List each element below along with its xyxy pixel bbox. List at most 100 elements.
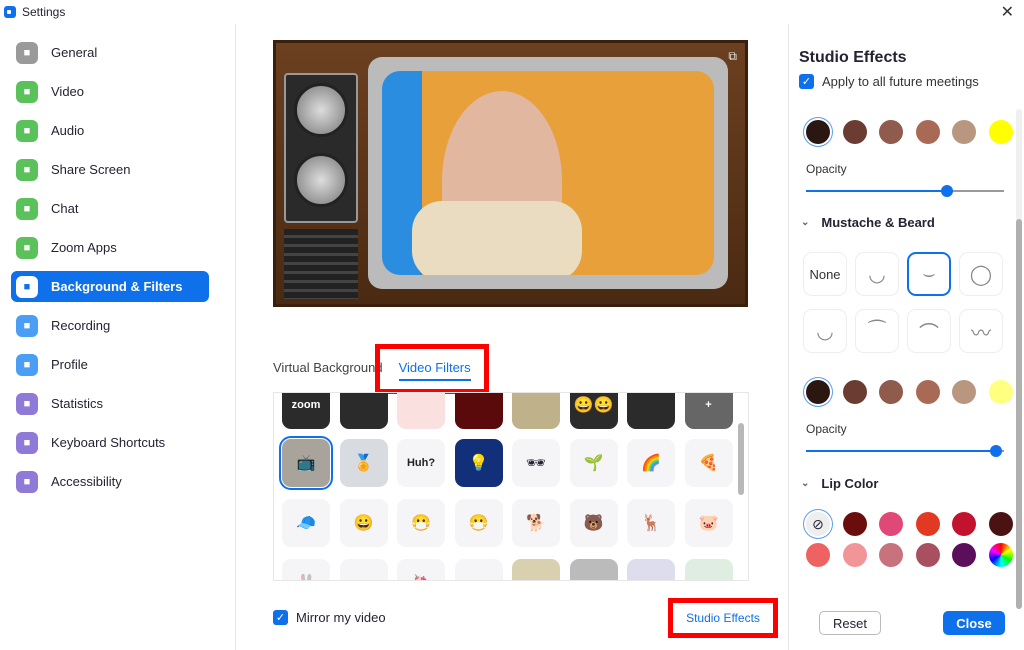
- filter-tile[interactable]: [339, 393, 388, 429]
- mirror-checkbox[interactable]: ✓: [273, 610, 288, 625]
- beard-color-swatch[interactable]: [806, 380, 830, 404]
- eyebrow-opacity-slider[interactable]: [806, 185, 1004, 197]
- beard-none-option[interactable]: None: [803, 252, 847, 296]
- eyebrow-color-swatch[interactable]: [915, 120, 940, 144]
- sidebar-item-background-filters[interactable]: ■ Background & Filters: [11, 271, 209, 302]
- lip-color-swatch[interactable]: [988, 512, 1013, 536]
- beard-style-option[interactable]: ◡: [803, 309, 847, 353]
- filter-tile[interactable]: 😷: [454, 499, 503, 547]
- lip-color-swatch[interactable]: [842, 512, 867, 536]
- filter-tile[interactable]: zoom: [282, 393, 330, 429]
- sidebar-item-share-screen[interactable]: ■ Share Screen: [11, 154, 209, 185]
- sidebar-item-statistics[interactable]: ■ Statistics: [11, 388, 209, 419]
- lip-color-swatch[interactable]: [842, 543, 867, 567]
- filter-tile[interactable]: [454, 559, 503, 580]
- mirror-video-option[interactable]: ✓ Mirror my video: [273, 610, 386, 625]
- gear-icon: ■: [16, 41, 38, 64]
- lip-color-swatch[interactable]: [879, 543, 903, 567]
- eyebrow-color-swatch[interactable]: [988, 120, 1013, 144]
- beard-style-option[interactable]: ⌒: [907, 309, 951, 353]
- filter-tile[interactable]: 🏅: [339, 439, 388, 487]
- filter-tile[interactable]: 🧢: [282, 499, 330, 547]
- sidebar-item-zoom-apps[interactable]: ■ Zoom Apps: [11, 232, 209, 263]
- filter-tile[interactable]: 🦄: [397, 559, 445, 580]
- beard-color-swatch[interactable]: [842, 380, 867, 404]
- scarf: [412, 201, 582, 275]
- filter-tile[interactable]: 😀😀: [569, 393, 618, 429]
- close-window-icon[interactable]: ✕: [1001, 2, 1014, 22]
- sidebar-item-profile[interactable]: ■ Profile: [11, 349, 209, 380]
- beard-color-swatch[interactable]: [915, 380, 940, 404]
- filter-tile[interactable]: 📺: [279, 436, 333, 490]
- filter-tile[interactable]: 🦌: [627, 499, 675, 547]
- filter-tile[interactable]: 🐰: [282, 559, 330, 580]
- eyebrow-color-swatch[interactable]: [806, 120, 830, 144]
- filter-tile[interactable]: [627, 393, 675, 429]
- no-lip-color-icon[interactable]: ⊘: [806, 512, 830, 536]
- studio-effects-button[interactable]: Studio Effects: [668, 598, 778, 638]
- beard-style-option[interactable]: 〰: [959, 309, 1003, 353]
- lip-color-swatch[interactable]: [952, 512, 976, 536]
- lip-color-swatch[interactable]: [915, 512, 940, 536]
- filter-tile[interactable]: +: [684, 393, 733, 429]
- filter-tile[interactable]: 🍕: [684, 439, 733, 487]
- lip-color-swatch[interactable]: [879, 512, 903, 536]
- lip-color-swatch[interactable]: [952, 543, 976, 567]
- lip-section-header[interactable]: ⌄ Lip Color: [801, 476, 878, 491]
- close-button[interactable]: Close: [943, 611, 1005, 635]
- filter-scrollbar[interactable]: [738, 423, 744, 495]
- sidebar-item-video[interactable]: ■ Video: [11, 76, 209, 107]
- filter-tile[interactable]: 💡: [454, 439, 503, 487]
- expand-icon[interactable]: ⧉: [728, 49, 737, 64]
- filter-tile[interactable]: [512, 559, 560, 580]
- filter-grid: zoom😀😀+📺🏅Huh?💡🕶🌱🌈🍕🧢😀😷😷🐕🐻🦌🐷🐰🦄: [273, 392, 749, 581]
- sidebar-item-audio[interactable]: ■ Audio: [11, 115, 209, 146]
- filter-tile[interactable]: Huh?: [397, 439, 445, 487]
- panel-scrollbar[interactable]: [1016, 109, 1022, 609]
- filter-tile[interactable]: [627, 559, 675, 580]
- window-title: Settings: [22, 5, 66, 19]
- filter-tile[interactable]: 🌈: [627, 439, 675, 487]
- sidebar-item-general[interactable]: ■ General: [11, 37, 209, 68]
- lip-color-swatch[interactable]: [915, 543, 940, 567]
- apply-future-option[interactable]: ✓ Apply to all future meetings: [799, 74, 979, 89]
- filter-tile[interactable]: 😀: [339, 499, 388, 547]
- filter-tile[interactable]: [569, 559, 618, 580]
- eyebrow-color-swatch[interactable]: [952, 120, 976, 144]
- beard-section-header[interactable]: ⌄ Mustache & Beard: [801, 215, 935, 230]
- filter-tile[interactable]: 🌱: [569, 439, 618, 487]
- beard-color-swatch[interactable]: [988, 380, 1013, 404]
- beard-style-option[interactable]: ⌣: [907, 252, 951, 296]
- filter-tile[interactable]: [339, 559, 388, 580]
- beard-style-option[interactable]: ⁀: [855, 309, 899, 353]
- beard-style-option[interactable]: ◯: [959, 252, 1003, 296]
- sidebar-item-chat[interactable]: ■ Chat: [11, 193, 209, 224]
- lip-color-swatch[interactable]: [806, 543, 830, 567]
- beard-style-option[interactable]: ◡: [855, 252, 899, 296]
- sidebar-item-recording[interactable]: ■ Recording: [11, 310, 209, 341]
- filter-tile[interactable]: [397, 393, 445, 429]
- sidebar-item-label: Background & Filters: [51, 279, 183, 294]
- sidebar-item-keyboard-shortcuts[interactable]: ■ Keyboard Shortcuts: [11, 427, 209, 458]
- tab-virtual-background[interactable]: Virtual Background: [273, 360, 383, 381]
- filter-tile[interactable]: 😷: [397, 499, 445, 547]
- filter-tile[interactable]: [454, 393, 503, 429]
- eyebrow-color-swatch[interactable]: [842, 120, 867, 144]
- slider-thumb[interactable]: [990, 445, 1003, 457]
- filter-tile[interactable]: 🐷: [684, 499, 733, 547]
- slider-thumb[interactable]: [940, 185, 953, 197]
- sidebar-item-accessibility[interactable]: ■ Accessibility: [11, 466, 209, 497]
- filter-tile[interactable]: 🐕: [512, 499, 560, 547]
- custom-color-picker[interactable]: [988, 543, 1013, 567]
- filter-tile[interactable]: [512, 393, 560, 429]
- filter-tile[interactable]: [684, 559, 733, 580]
- beard-color-swatch[interactable]: [879, 380, 903, 404]
- keyboard-icon: ■: [16, 431, 38, 454]
- beard-opacity-slider[interactable]: [806, 445, 1004, 457]
- beard-color-swatch[interactable]: [952, 380, 976, 404]
- filter-tile[interactable]: 🕶: [512, 439, 560, 487]
- reset-button[interactable]: Reset: [819, 611, 881, 635]
- eyebrow-color-swatch[interactable]: [879, 120, 903, 144]
- filter-tile[interactable]: 🐻: [569, 499, 618, 547]
- apply-checkbox[interactable]: ✓: [799, 74, 814, 89]
